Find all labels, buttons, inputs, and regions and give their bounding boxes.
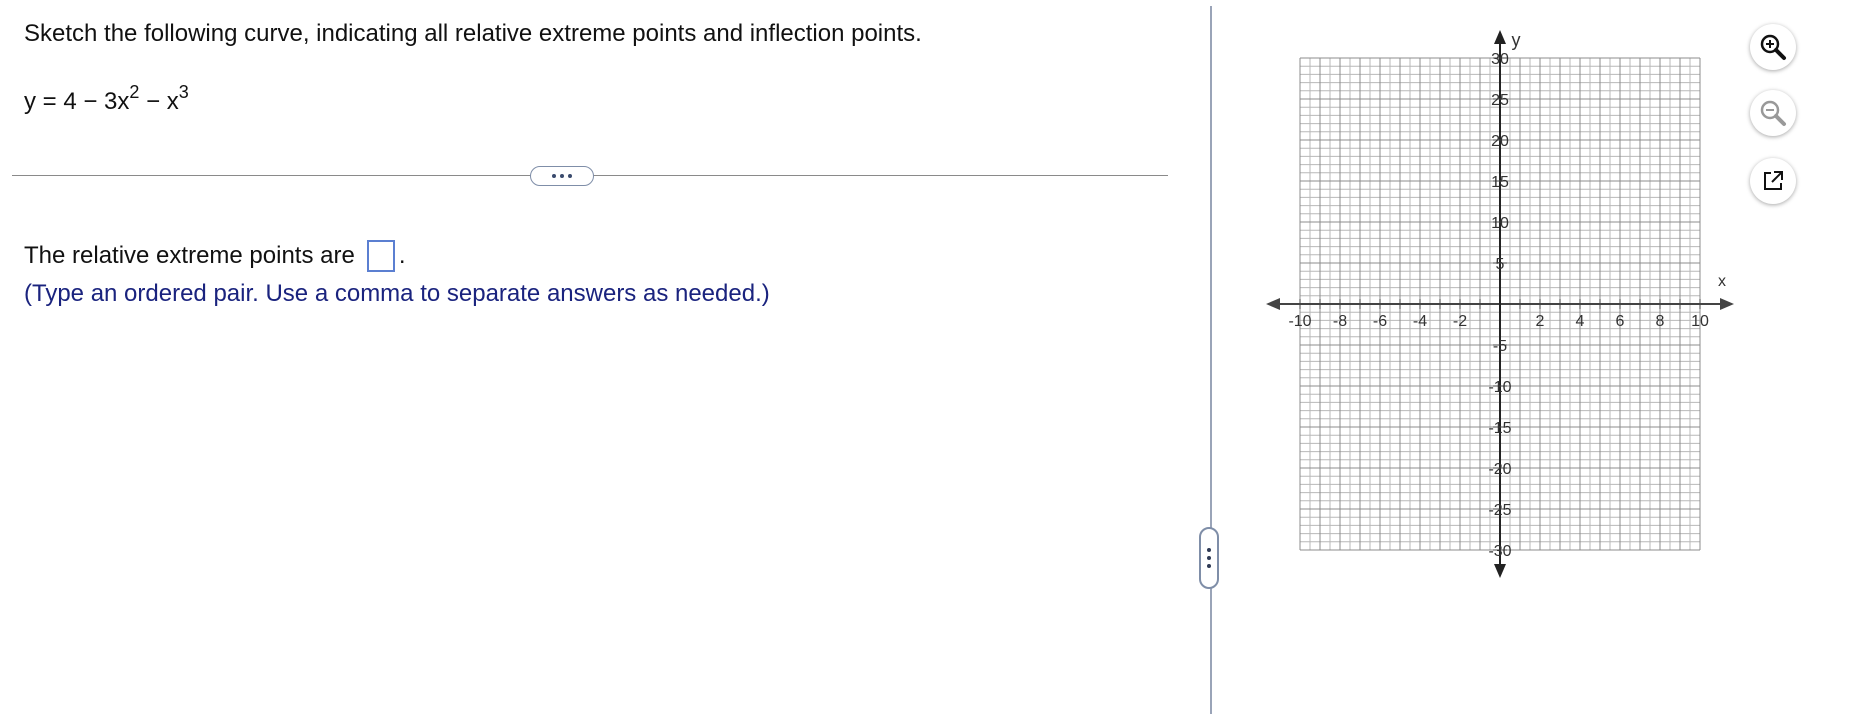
y-axis-arrow-down <box>1494 564 1506 578</box>
y-tick-label: 15 <box>1491 174 1509 191</box>
question-prompt: Sketch the following curve, indicating a… <box>24 20 922 47</box>
x-tick-label: -6 <box>1373 313 1387 330</box>
y-tick-label: -15 <box>1488 420 1511 437</box>
x-axis-label: x <box>1718 273 1726 290</box>
x-tick-label: -2 <box>1453 313 1467 330</box>
exponent-2: 2 <box>129 82 140 102</box>
y-tick-label: -30 <box>1488 543 1511 560</box>
x-tick-label: 10 <box>1691 313 1709 330</box>
x-tick-label: -4 <box>1413 313 1427 330</box>
y-axis-label: y <box>1512 30 1521 50</box>
equation: y = 4 − 3x2 − x3 <box>24 82 189 116</box>
x-tick-label: 4 <box>1576 313 1585 330</box>
y-tick-label: 20 <box>1491 133 1509 150</box>
x-tick-label: 8 <box>1656 313 1665 330</box>
y-tick-label: 10 <box>1491 215 1509 232</box>
panel-splitter[interactable] <box>1210 6 1212 714</box>
pop-out-icon <box>1764 171 1783 190</box>
x-tick-label: 6 <box>1616 313 1625 330</box>
x-tick-label: -10 <box>1288 313 1311 330</box>
y-tick-label: -10 <box>1488 379 1511 396</box>
y-tick-label: 30 <box>1491 51 1509 68</box>
y-tick-label: -25 <box>1488 502 1511 519</box>
zoom-out-icon <box>1760 100 1786 126</box>
answer-hint: (Type an ordered pair. Use a comma to se… <box>24 280 770 307</box>
equation-prefix: y = 4 − 3x <box>24 88 130 115</box>
zoom-in-icon <box>1760 34 1786 60</box>
y-axis-arrow-up <box>1494 30 1506 44</box>
x-axis-arrow-left <box>1266 298 1280 310</box>
x-tick-label: 2 <box>1536 313 1545 330</box>
x-tick-label: -8 <box>1333 313 1347 330</box>
splitter-handle[interactable] <box>1199 527 1219 589</box>
pop-out-button[interactable] <box>1750 158 1796 204</box>
answer-label: The relative extreme points are <box>24 242 355 269</box>
answer-input[interactable] <box>366 240 395 272</box>
y-tick-label: -20 <box>1488 461 1511 478</box>
y-tick-label: -5 <box>1493 338 1507 355</box>
equation-mid: − x <box>139 88 179 115</box>
graph-panel[interactable]: -10 -8 -6 -4 -2 2 4 6 8 10 30 25 20 15 10 5 -5 -10 -15 -20 -… <box>1230 20 1750 580</box>
exponent-3: 3 <box>178 82 189 102</box>
answer-suffix: . <box>398 242 406 269</box>
x-axis-arrow-right <box>1720 298 1734 310</box>
answer-line: The relative extreme points are . <box>24 240 406 272</box>
zoom-out-button[interactable] <box>1750 90 1796 136</box>
y-tick-label: 25 <box>1491 92 1509 109</box>
y-tick-label: 5 <box>1496 256 1505 273</box>
question-panel: Sketch the following curve, indicating a… <box>0 0 1205 714</box>
zoom-in-button[interactable] <box>1750 24 1796 70</box>
expand-button[interactable] <box>530 166 594 186</box>
coordinate-graph[interactable]: -10 -8 -6 -4 -2 2 4 6 8 10 30 25 20 15 10 5 -5 -10 -15 -20 -… <box>1230 20 1750 580</box>
